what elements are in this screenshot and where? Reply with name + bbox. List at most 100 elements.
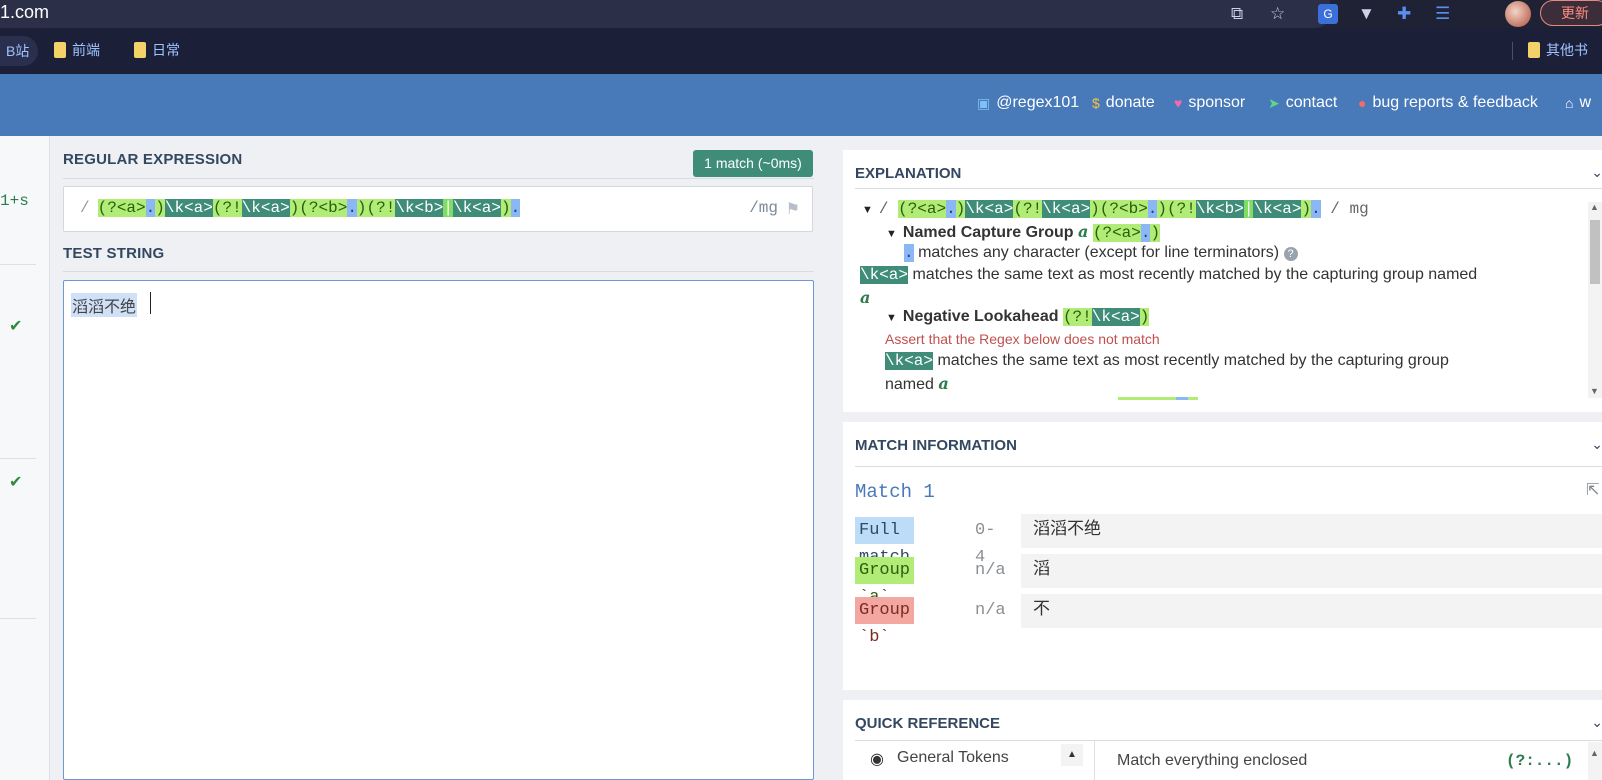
dot-node: . matches any character (except for line… [904,244,1298,262]
quick-ref-description[interactable]: Match everything enclosed [1117,752,1307,770]
explanation-root[interactable]: ▼ / (?<a>.)\k<a>(?!\k<a>)(?<b>.)(?!\k<b>|… [862,200,1369,218]
dot-description: matches any character (except for line t… [918,244,1280,261]
explanation-title: EXPLANATION [855,165,962,182]
regex-token: . [1147,200,1158,218]
backref2-node: \k<a> matches the same text as most rece… [885,352,1449,370]
match-value[interactable]: 滔滔不绝 [1021,514,1602,548]
regex-token: \k<a> [452,199,501,217]
regex-token: ) [155,199,165,217]
scroll-up-icon[interactable]: ▲ [1590,202,1599,212]
section-divider [855,188,1602,189]
chevron-down-icon[interactable]: ⌄ [1591,714,1602,731]
donate-link[interactable]: $ donate [1092,94,1155,112]
chevron-down-icon[interactable]: ⌄ [1591,164,1602,181]
contact-link[interactable]: ➤ contact [1268,94,1337,112]
backref2-token: \k<a> [885,352,934,370]
check-icon: ✔ [9,474,23,491]
match-value[interactable]: 滔 [1021,554,1602,588]
regex-delimiter: / [80,199,90,217]
reading-list-icon[interactable]: ☰ [1435,3,1450,25]
regex-token: ) [1301,200,1312,218]
regex-token: \k<a> [1042,200,1091,218]
bookmark-folder-frontend[interactable]: 前端 [54,40,100,60]
scroll-up-icon[interactable]: ▲ [1061,744,1083,766]
match-value[interactable]: 不 [1021,594,1602,628]
match-label: Group `a` [855,557,915,607]
avatar[interactable] [1505,1,1531,27]
explanation-scrollbar[interactable]: ▲ ▼ [1588,202,1602,398]
regex-token: (?<a> [898,200,947,218]
regex-input[interactable]: / (?<a>.)\k<a>(?!\k<a>)(?<b>.)(?!\k<b>|\k… [63,186,813,232]
scroll-down-icon[interactable]: ▼ [1590,386,1599,396]
bookmark-divider [1512,42,1513,60]
radio-selected-icon[interactable]: ◉ [870,749,884,769]
regex-token: . [510,199,521,217]
text-caret [150,292,151,314]
sidebar-flavor-peek: 1+s [0,192,29,210]
translate-icon[interactable]: ⧉ [1231,3,1243,25]
sponsor-link[interactable]: ♥ sponsor [1174,94,1245,112]
match-label: Full match [855,517,915,567]
share-icon[interactable]: ⇱ [1586,480,1599,500]
update-button[interactable]: 更新 [1540,0,1602,26]
section-divider [855,466,1602,467]
site-header: ▣ @regex101 $ donate ♥ sponsor ➤ contact ● bu… [0,74,1602,136]
regex-token: | [443,199,453,217]
regex-token: (?! [366,199,396,217]
bug-report-link[interactable]: ● bug reports & feedback [1358,94,1538,112]
wiki-label: w [1579,94,1592,111]
folder-icon [54,42,66,58]
regex-token: . [946,200,956,218]
dot-token: . [904,244,914,262]
scroll-thumb[interactable] [1590,220,1600,284]
quick-ref-category[interactable]: General Tokens [897,749,1009,767]
test-string-input[interactable]: 滔滔不绝 [63,280,814,780]
bookmark-other-folder[interactable]: 其他书 [1528,40,1588,60]
named-group-node[interactable]: ▼ Named Capture Group a (?<a>.) [886,222,1161,242]
named-group-token: (?<a>.) [1092,224,1161,242]
lookahead-ref: \k<a> [1091,308,1140,326]
regex-flags[interactable]: /mg [749,199,778,217]
regex-token: (?! [1013,200,1043,218]
regex-token: . [1311,200,1321,218]
bookmark-bilibili[interactable]: B站 [0,36,38,66]
assert-text: Assert that the Regex below does not mat… [885,331,1160,347]
lookahead-open: (?! [1062,308,1092,326]
url-field[interactable]: 1.com [0,0,1330,28]
sidebar-divider [0,618,36,619]
regex-token: ) [955,200,966,218]
star-icon[interactable]: ☆ [1270,3,1285,25]
regex-section-title: REGULAR EXPRESSION [63,151,243,168]
extensions-icon[interactable]: ✚ [1397,3,1411,25]
chevron-down-icon[interactable]: ⌄ [1591,436,1602,453]
regex-token: \k<a> [241,199,290,217]
url-text: 1.com [0,2,50,22]
twitter-link[interactable]: ▣ @regex101 [977,94,1079,112]
negative-lookahead-node[interactable]: ▼ Negative Lookahead (?!\k<a>) [886,308,1150,326]
collapse-triangle-icon[interactable]: ▼ [862,204,873,216]
explanation-tree: ▼ / (?<a>.)\k<a>(?!\k<a>)(?<b>.)(?!\k<b>|… [858,200,1588,400]
collapse-triangle-icon[interactable]: ▼ [886,312,897,324]
match-info-title: MATCH INFORMATION [855,437,1017,454]
flags-value: mg [758,199,778,217]
wiki-link[interactable]: ⌂ w [1565,94,1591,112]
quick-ref-token[interactable]: (?:...) [1506,752,1573,770]
help-icon[interactable]: ? [1283,247,1298,261]
regex-token: \k<a> [965,200,1014,218]
match-range: n/a [975,601,1006,620]
library-icon: ⌂ [1565,95,1574,111]
backref2-description: matches the same text as most recently m… [937,352,1449,369]
section-divider [63,178,814,179]
contact-label: contact [1285,94,1338,111]
twitter-label: @regex101 [996,94,1080,111]
bookmark-folder-daily[interactable]: 日常 [134,40,180,60]
browser-address-bar: 1.com ⧉ ☆ G ▼ ✚ ☰ 更新 [0,0,1602,28]
scroll-up-icon[interactable]: ▲ [1590,748,1599,758]
backref2-name: a [938,374,949,393]
google-translate-icon[interactable]: G [1318,4,1338,24]
flag-icon[interactable]: ⚑ [786,199,800,219]
folder-icon [1528,42,1540,58]
vee-icon[interactable]: ▼ [1358,3,1375,25]
quick-ref-scrollbar[interactable]: ▲ [1588,742,1602,780]
collapse-triangle-icon[interactable]: ▼ [886,228,897,240]
